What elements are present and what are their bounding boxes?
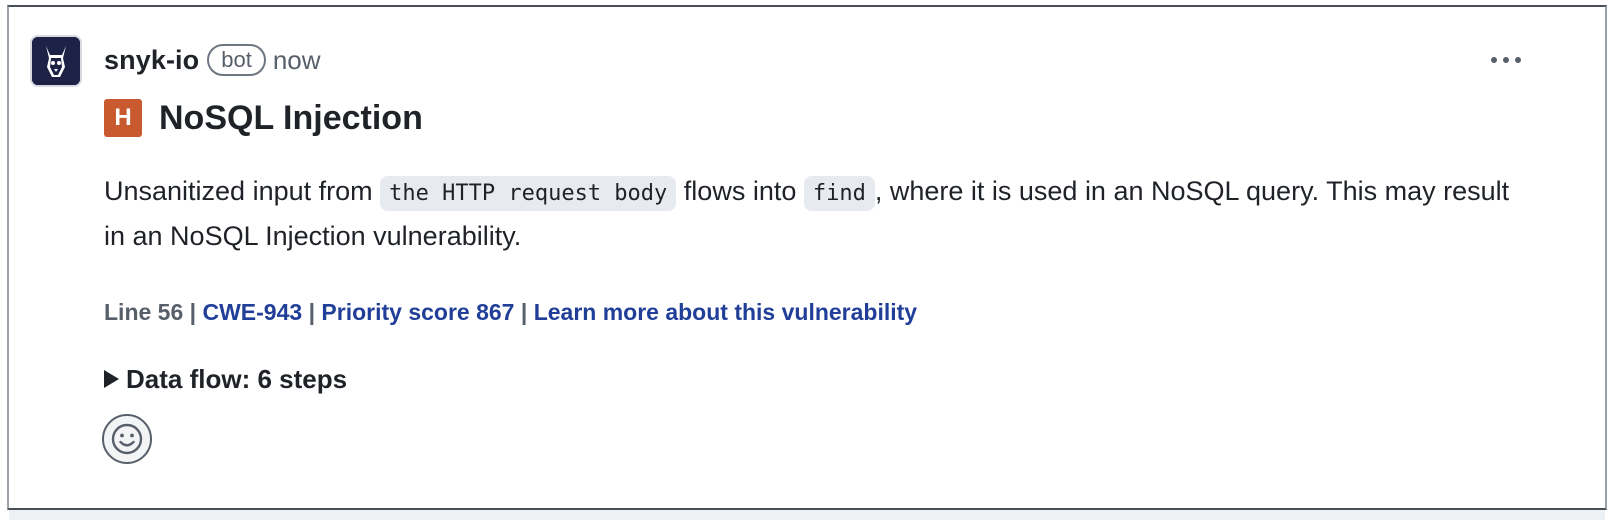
disclosure-triangle-icon [104, 370, 119, 388]
source-code-snippet: the HTTP request body [380, 176, 677, 211]
learn-more-link[interactable]: Learn more about this vulnerability [534, 299, 917, 326]
separator: | [183, 298, 203, 325]
separator: | [514, 298, 534, 325]
issue-description: Unsanitized input from the HTTP request … [104, 170, 1524, 257]
cwe-link[interactable]: CWE-943 [202, 299, 302, 326]
description-text: flows into [676, 176, 804, 206]
issue-meta: Line 56 | CWE-943 | Priority score 867 |… [104, 296, 917, 328]
severity-high-icon: H [104, 99, 142, 137]
author-name[interactable]: snyk-io [104, 45, 199, 76]
priority-score-link[interactable]: Priority score 867 [321, 299, 514, 326]
line-number: Line 56 [104, 298, 184, 325]
issue-title: NoSQL Injection [159, 98, 423, 137]
separator: | [302, 298, 322, 325]
smiley-icon [111, 423, 143, 455]
kebab-horizontal-icon[interactable] [1484, 46, 1528, 74]
comment-header: snyk-io bot now [104, 38, 321, 82]
snyk-doberman-icon [32, 37, 80, 85]
comment-timestamp[interactable]: now [273, 45, 321, 76]
add-reaction-button[interactable] [102, 414, 152, 464]
timeline-divider [9, 510, 1605, 520]
data-flow-toggle[interactable]: Data flow: 6 steps [104, 362, 347, 396]
sink-code-snippet: find [803, 176, 875, 211]
bot-badge: bot [207, 44, 266, 76]
data-flow-label: Data flow: 6 steps [126, 363, 348, 394]
description-text: Unsanitized input from [104, 176, 381, 206]
issue-title-row: H NoSQL Injection [104, 98, 423, 138]
avatar[interactable] [30, 35, 82, 87]
